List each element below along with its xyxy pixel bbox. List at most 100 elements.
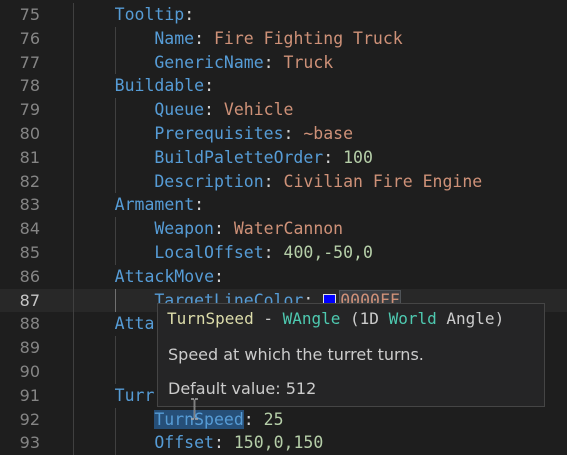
indent-guide [115, 240, 116, 265]
line-number: 86 [19, 266, 40, 286]
colon: : [204, 76, 215, 96]
line-content: Tooltip: [115, 3, 194, 27]
indent-guide [73, 359, 74, 384]
hover-paren-open: ( [340, 309, 360, 328]
code-line[interactable]: 77 GenericName: Truck [0, 50, 567, 75]
yaml-value: ~base [303, 123, 354, 143]
indent-guide [73, 193, 74, 218]
code-line[interactable]: 82 Description: Civilian Fire Engine [0, 169, 567, 194]
line-number: 88 [19, 314, 40, 334]
yaml-value: Truck [283, 52, 334, 72]
code-line[interactable]: 75 Tooltip: [0, 3, 567, 27]
yaml-key: Queue [154, 100, 205, 120]
line-content: BuildPaletteOrder: 100 [154, 146, 373, 170]
colon: : [323, 147, 334, 167]
indent-guide [115, 217, 116, 241]
colon: : [213, 219, 224, 239]
indent-guide [115, 121, 116, 146]
yaml-value: 150,0,150 [233, 433, 324, 453]
colon: : [194, 28, 205, 48]
indent-guide [115, 359, 116, 384]
yaml-key: Atta [114, 314, 155, 334]
yaml-key: AttackMove [114, 266, 215, 286]
line-number: 92 [19, 409, 40, 429]
indent-guide [73, 217, 74, 241]
line-number: 81 [19, 147, 40, 167]
hover-property-name: TurnSpeed [167, 309, 254, 328]
code-line[interactable]: 93 Offset: 150,0,150 [0, 431, 567, 455]
line-number: 78 [19, 76, 40, 96]
line-content: Armament: [115, 193, 204, 217]
line-content: Atta [115, 312, 155, 336]
indent-guide [115, 98, 116, 122]
line-content: TurnSpeed: 25 [154, 408, 284, 432]
line-number: 83 [19, 195, 40, 215]
line-content: Buildable: [115, 74, 214, 98]
indent-guide [73, 3, 74, 27]
text-cursor-ibeam-icon [191, 398, 198, 420]
hover-default-value: Default value: 512 [168, 379, 317, 398]
code-line[interactable]: 84 Weapon: WaterCannon [0, 217, 567, 241]
colon: : [214, 266, 224, 286]
line-number: 76 [19, 28, 40, 48]
yaml-key: Tooltip [114, 5, 185, 24]
line-content: Name: Fire Fighting Truck [154, 27, 402, 51]
yaml-value: Civilian Fire Engine [283, 171, 483, 191]
hover-signature: TurnSpeed - WAngle (1D World Angle) [167, 309, 504, 328]
yaml-key: TurnSpeed [154, 409, 244, 429]
code-line[interactable]: 78 Buildable: [0, 74, 567, 99]
indent-guide [73, 264, 74, 289]
line-number: 77 [19, 52, 40, 72]
indent-guide [73, 98, 74, 122]
indent-guide [73, 50, 74, 75]
line-number: 90 [19, 361, 40, 381]
code-line[interactable]: 80 Prerequisites: ~base [0, 121, 567, 146]
line-content: Description: Civilian Fire Engine [154, 170, 482, 194]
colon: : [204, 100, 214, 120]
code-line[interactable]: 81 BuildPaletteOrder: 100 [0, 145, 567, 170]
indent-guide [73, 240, 74, 265]
line-number: 82 [19, 171, 40, 191]
indent-guide [115, 407, 116, 432]
line-content: LocalOffset: 400,-50,0 [154, 241, 373, 265]
line-content: Queue: Vehicle [154, 98, 293, 122]
code-line[interactable]: 79 Queue: Vehicle [0, 98, 567, 122]
line-content: Prerequisites: ~base [154, 122, 353, 146]
line-number: 89 [19, 338, 40, 358]
code-line[interactable]: 92 TurnSpeed: 25 [0, 407, 567, 432]
yaml-key: BuildPaletteOrder [154, 147, 324, 167]
yaml-key: Turr [114, 385, 155, 405]
indent-guide [115, 336, 116, 360]
colon: : [263, 171, 274, 191]
line-content: Turr [115, 384, 155, 408]
indent-guide [115, 169, 116, 194]
hover-description: Speed at which the turret turns. [168, 345, 424, 364]
indent-guide [115, 431, 116, 455]
code-line[interactable]: 85 LocalOffset: 400,-50,0 [0, 240, 567, 265]
indent-guide [73, 431, 74, 455]
line-number: 91 [19, 385, 40, 405]
yaml-key: Name [154, 28, 195, 48]
line-content: GenericName: Truck [154, 51, 333, 75]
hover-dim: 1D [359, 309, 379, 328]
hover-world: World [388, 309, 437, 328]
indent-guide [73, 312, 74, 337]
yaml-value: 400,-50,0 [283, 242, 373, 262]
colon: : [283, 123, 294, 143]
line-number: 87 [19, 290, 40, 310]
yaml-value: WaterCannon [233, 219, 344, 239]
yaml-value: Vehicle [223, 100, 294, 120]
indent-guide [73, 383, 74, 408]
indent-guide [73, 145, 74, 170]
hover-space [379, 309, 389, 328]
indent-guide [115, 50, 116, 75]
line-number: 79 [19, 100, 40, 120]
code-line[interactable]: 83 Armament: [0, 193, 567, 218]
code-line[interactable]: 86 AttackMove: [0, 264, 567, 289]
code-line[interactable]: 76 Name: Fire Fighting Truck [0, 26, 567, 51]
hover-separator: - [253, 309, 283, 328]
yaml-value: Fire Fighting Truck [213, 28, 403, 48]
hover-tooltip: TurnSpeed - WAngle (1D World Angle) Spee… [157, 303, 545, 407]
line-content: AttackMove: [115, 265, 224, 289]
indent-guide [115, 145, 116, 170]
